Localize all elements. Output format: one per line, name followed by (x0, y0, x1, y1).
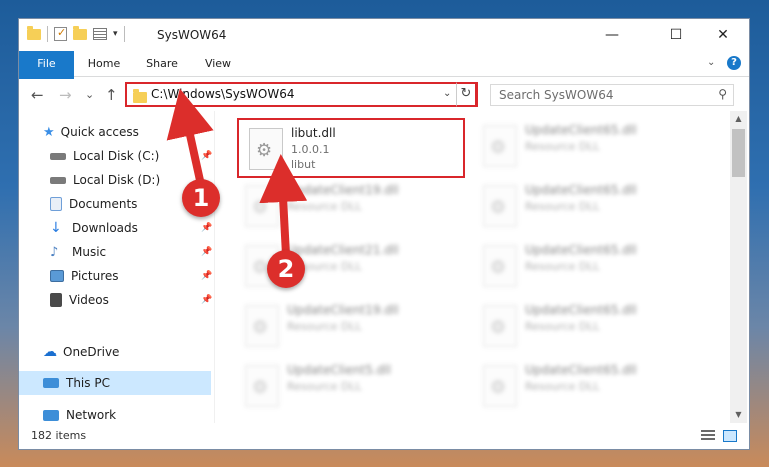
annotation-arrows (166, 88, 308, 256)
arrow-2 (259, 154, 308, 256)
annotation-badge-2: 2 (267, 250, 305, 288)
annotation-badge-1: 1 (182, 179, 220, 217)
arrow-1 (166, 88, 214, 186)
